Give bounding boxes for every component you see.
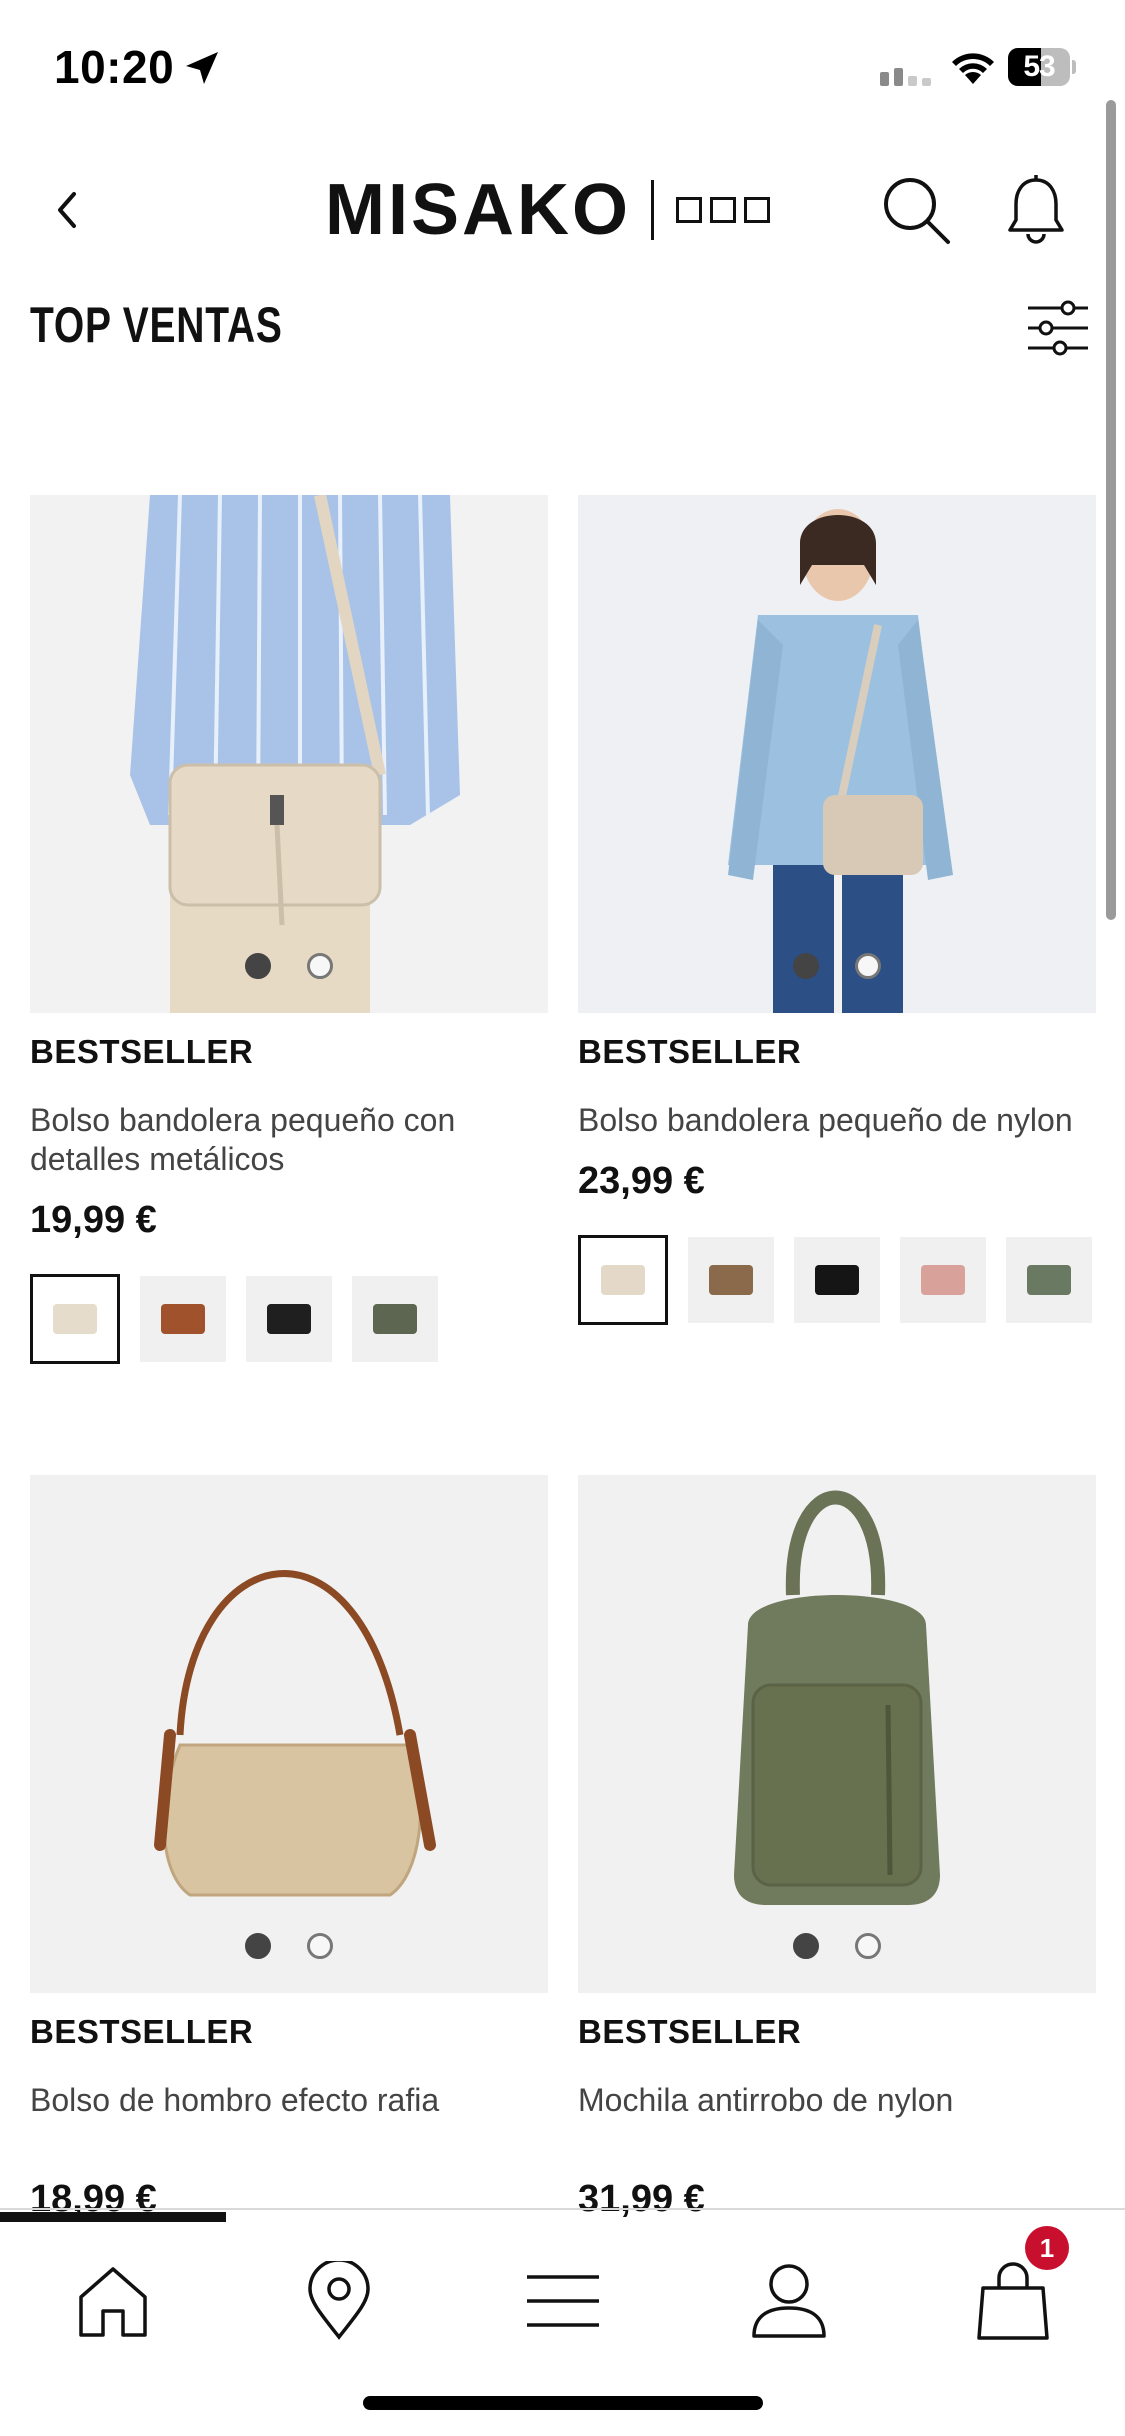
bell-icon[interactable]	[1004, 174, 1068, 246]
pagination-dot[interactable]	[307, 953, 333, 979]
bestseller-badge: BESTSELLER	[578, 1033, 802, 1070]
swatch-bag-thumbnail	[709, 1265, 753, 1295]
nav-account[interactable]	[744, 2256, 834, 2346]
wifi-icon	[952, 53, 994, 84]
user-icon	[752, 2264, 826, 2338]
color-swatch[interactable]	[578, 1235, 668, 1325]
search-icon[interactable]	[880, 174, 952, 246]
bestseller-badge: BESTSELLER	[578, 2013, 802, 2050]
color-swatches	[578, 1235, 1096, 1325]
product-name[interactable]: Mochila antirrobo de nylon	[578, 2081, 1096, 2120]
product-image[interactable]	[578, 1475, 1096, 1993]
location-pin-icon	[308, 2261, 370, 2340]
status-bar: 10:20 53	[0, 0, 1125, 140]
pagination-dot[interactable]	[307, 1933, 333, 1959]
product-name[interactable]: Bolso de hombro efecto rafia	[30, 2081, 548, 2120]
color-swatch[interactable]	[1006, 1237, 1092, 1323]
signal-icon	[880, 68, 931, 86]
product-price: 31,99 €	[578, 2178, 705, 2220]
swatch-bag-thumbnail	[53, 1304, 97, 1334]
swatch-bag-thumbnail	[373, 1304, 417, 1334]
color-swatch[interactable]	[140, 1276, 226, 1362]
page-title: TOP VENTAS	[30, 297, 283, 353]
swatch-bag-thumbnail	[1027, 1265, 1071, 1295]
app-header: MISAKO	[0, 150, 1125, 270]
menu-icon	[527, 2275, 599, 2327]
image-pagination[interactable]	[30, 1933, 548, 1959]
scrollbar[interactable]	[1106, 100, 1116, 920]
swatch-bag-thumbnail	[815, 1265, 859, 1295]
shopping-bag-icon	[977, 2262, 1049, 2340]
home-indicator[interactable]	[363, 2396, 763, 2410]
bestseller-badge: BESTSELLER	[30, 1033, 254, 1070]
color-swatch[interactable]	[794, 1237, 880, 1323]
product-price: 19,99 €	[30, 1199, 157, 1241]
location-arrow-icon	[186, 52, 218, 84]
product-image[interactable]	[30, 495, 548, 1013]
nav-menu[interactable]	[518, 2256, 608, 2346]
color-swatch[interactable]	[30, 1274, 120, 1364]
image-pagination[interactable]	[578, 1933, 1096, 1959]
swatch-bag-thumbnail	[601, 1265, 645, 1295]
raffia-shoulder-bag-image	[30, 1475, 548, 1993]
swatch-bag-thumbnail	[267, 1304, 311, 1334]
swatch-bag-thumbnail	[921, 1265, 965, 1295]
pagination-dot[interactable]	[245, 953, 271, 979]
back-button[interactable]	[36, 180, 96, 240]
image-pagination[interactable]	[578, 953, 1096, 979]
pagination-dot[interactable]	[793, 953, 819, 979]
pagination-dot[interactable]	[245, 1933, 271, 1959]
back-arrow-icon	[58, 192, 76, 228]
product-image[interactable]	[578, 495, 1096, 1013]
cart-count-badge: 1	[1025, 2226, 1069, 2270]
image-pagination[interactable]	[30, 953, 548, 979]
pagination-dot[interactable]	[793, 1933, 819, 1959]
crossbody-bag-model-image	[30, 495, 548, 1013]
bestseller-badge: BESTSELLER	[30, 2013, 254, 2050]
battery-indicator: 53	[1008, 48, 1076, 86]
color-swatch[interactable]	[352, 1276, 438, 1362]
product-card[interactable]: BESTSELLER Bolso bandolera pequeño con d…	[30, 495, 548, 1364]
battery-percent: 53	[1023, 50, 1055, 83]
color-swatch[interactable]	[900, 1237, 986, 1323]
scroll-progress-track	[0, 2208, 1125, 2210]
product-name[interactable]: Bolso bandolera pequeño de nylon	[578, 1101, 1096, 1140]
color-swatches	[30, 1274, 548, 1364]
product-price: 23,99 €	[578, 1160, 705, 1202]
product-name[interactable]: Bolso bandolera pequeño con detalles met…	[30, 1101, 548, 1179]
status-time: 10:20	[54, 41, 175, 93]
scroll-progress-bar	[0, 2212, 226, 2222]
nylon-backpack-image	[578, 1475, 1096, 1993]
pagination-dot[interactable]	[855, 1933, 881, 1959]
nylon-crossbody-model-image	[578, 495, 1096, 1013]
color-swatch[interactable]	[688, 1237, 774, 1323]
product-card[interactable]: BESTSELLER Mochila antirrobo de nylon 31…	[578, 1475, 1096, 2221]
brand-logo[interactable]: MISAKO	[325, 170, 770, 250]
brand-subtitle-glyphs	[676, 197, 770, 223]
nav-home[interactable]	[68, 2256, 158, 2346]
product-card[interactable]: BESTSELLER Bolso bandolera pequeño de ny…	[578, 495, 1096, 1325]
product-image[interactable]	[30, 1475, 548, 1993]
pagination-dot[interactable]	[855, 953, 881, 979]
nav-stores[interactable]	[294, 2256, 384, 2346]
color-swatch[interactable]	[246, 1276, 332, 1362]
home-icon	[79, 2267, 147, 2337]
brand-divider	[651, 180, 654, 240]
swatch-bag-thumbnail	[161, 1304, 205, 1334]
brand-name: MISAKO	[325, 170, 631, 250]
sliders-icon[interactable]	[1026, 296, 1090, 360]
product-card[interactable]: BESTSELLER Bolso de hombro efecto rafia …	[30, 1475, 548, 2221]
